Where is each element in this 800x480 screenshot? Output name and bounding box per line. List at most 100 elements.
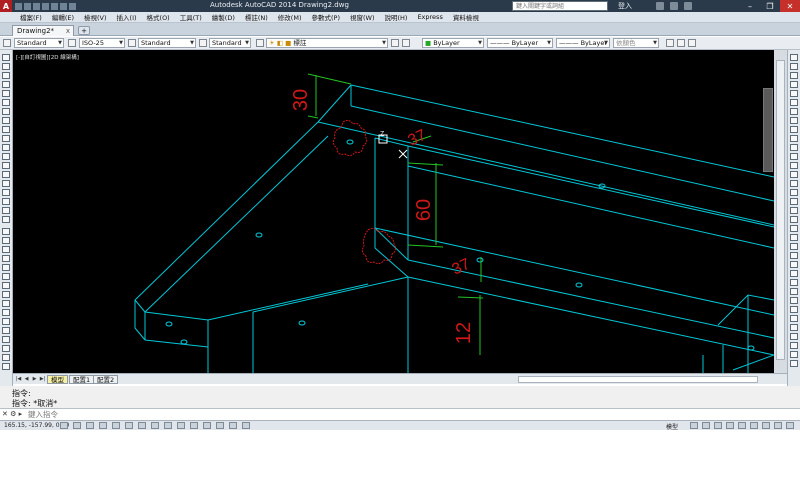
new-tab-button[interactable]: + [78, 26, 90, 35]
tolerance-icon[interactable] [790, 252, 798, 259]
table-tool-icon[interactable] [2, 207, 10, 214]
drawing-canvas[interactable]: 30 37 60 37 12 Z [13, 50, 774, 373]
dim-space-icon[interactable] [790, 324, 798, 331]
prev-layout-button[interactable]: ◀ [23, 375, 30, 383]
model-space-toggle[interactable]: 模型 [666, 422, 678, 431]
linetype-select[interactable]: ——— ByLayer ▼ [487, 38, 553, 48]
circle-icon[interactable] [2, 108, 10, 115]
make-block-icon[interactable] [2, 162, 10, 169]
design-center-icon[interactable] [790, 117, 798, 124]
zoom-extents-icon[interactable] [790, 90, 798, 97]
dim-break-icon[interactable] [790, 333, 798, 340]
redo-icon[interactable] [69, 2, 76, 10]
tool-palettes-icon[interactable] [790, 126, 798, 133]
mleader-style-select[interactable]: Standard ▼ [209, 38, 251, 48]
dim-edit-icon[interactable] [790, 270, 798, 277]
ellipse-icon[interactable] [2, 135, 10, 142]
search-input[interactable]: 鍵入關鍵字或詞組 [512, 1, 608, 11]
quick-dim-icon[interactable] [790, 297, 798, 304]
last-layout-button[interactable]: ▶| [39, 375, 46, 383]
vertical-scrollbar[interactable] [774, 50, 787, 373]
workspace-switch-icon[interactable] [738, 422, 746, 429]
mtext-icon[interactable] [2, 216, 10, 223]
align-icon[interactable] [790, 351, 798, 358]
menu-draw[interactable]: 繪製(D) [212, 12, 235, 22]
infer-constraints-icon[interactable] [60, 422, 68, 429]
explode-icon[interactable] [2, 363, 10, 370]
lock-icon[interactable] [750, 422, 758, 429]
tab-layout1[interactable]: 配置1 [69, 375, 95, 384]
annotation-monitor-icon[interactable] [242, 422, 250, 429]
dim-baseline-icon[interactable] [790, 225, 798, 232]
dim-diameter-icon[interactable] [790, 207, 798, 214]
point-icon[interactable] [2, 171, 10, 178]
layer-select[interactable]: ☀ ◧ ■ 標註 ▼ [266, 38, 388, 48]
menu-help[interactable]: 說明(H) [384, 12, 407, 22]
stretch-icon[interactable] [2, 300, 10, 307]
snap-mode-icon[interactable] [73, 422, 81, 429]
sheet-set-icon[interactable] [790, 135, 798, 142]
autocad-logo-icon[interactable]: A [0, 0, 12, 12]
scale-icon[interactable] [2, 291, 10, 298]
pan-icon[interactable] [790, 54, 798, 61]
close-button[interactable]: ✕ [780, 0, 800, 12]
offset-icon[interactable] [2, 255, 10, 262]
tab-model[interactable]: 模型 [47, 375, 68, 384]
copy-icon[interactable] [2, 237, 10, 244]
rectangle-icon[interactable] [2, 90, 10, 97]
construction-line-icon[interactable] [2, 63, 10, 70]
save-icon[interactable] [33, 2, 40, 10]
dim-arc-icon[interactable] [790, 180, 798, 187]
move-icon[interactable] [2, 273, 10, 280]
object-snap-tracking-icon[interactable] [151, 422, 159, 429]
color-select[interactable]: ■ ByLayer ▼ [422, 38, 484, 48]
text-icon[interactable] [677, 39, 685, 47]
menu-parametric[interactable]: 參數式(P) [311, 12, 340, 22]
dim-style-tool-icon[interactable] [790, 288, 798, 295]
quickcalc-icon[interactable] [790, 153, 798, 160]
open-file-icon[interactable] [24, 2, 31, 10]
insert-block-icon[interactable] [2, 153, 10, 160]
menu-view[interactable]: 檢視(V) [84, 12, 107, 22]
multileader-icon[interactable] [790, 342, 798, 349]
drawing-viewport[interactable]: [-][自訂視圖][2D 線架構] 30 37 60 37 12 Z [13, 50, 774, 373]
menu-tools[interactable]: 工具(T) [180, 12, 202, 22]
extend-icon[interactable] [2, 318, 10, 325]
collect-icon[interactable] [790, 360, 798, 367]
markup-icon[interactable] [790, 144, 798, 151]
next-layout-button[interactable]: ▶ [31, 375, 38, 383]
dim-ordinate-icon[interactable] [790, 189, 798, 196]
hatch-icon[interactable] [2, 180, 10, 187]
dim-style-select[interactable]: ISO-25 ▼ [79, 38, 125, 48]
menu-express[interactable]: Express [417, 13, 442, 21]
grid-icon[interactable] [688, 39, 696, 47]
command-controls-icon[interactable]: ✕ ⚙ ▸ [2, 410, 22, 418]
dim-update-icon[interactable] [790, 279, 798, 286]
erase-icon[interactable] [2, 228, 10, 235]
jogged-icon[interactable] [790, 306, 798, 313]
arc-icon[interactable] [2, 99, 10, 106]
dim-continue-icon[interactable] [790, 234, 798, 241]
text-style-select[interactable]: Standard ▼ [14, 38, 64, 48]
leader-icon[interactable] [790, 243, 798, 250]
table-style-select[interactable]: Standard ▼ [138, 38, 196, 48]
rotate-icon[interactable] [2, 282, 10, 289]
new-file-icon[interactable] [15, 2, 22, 10]
plot-style-select[interactable]: 依顏色 ▼ [613, 38, 659, 48]
zoom-previous-icon[interactable] [790, 81, 798, 88]
orbit-icon[interactable] [790, 99, 798, 106]
tab-drawing2[interactable]: Drawing2* x [12, 25, 74, 36]
command-input[interactable]: 鍵入指令 [28, 409, 58, 420]
exchange-icon[interactable] [656, 2, 664, 10]
polygon-icon[interactable] [2, 81, 10, 88]
menu-dimension[interactable]: 標註(N) [245, 12, 268, 22]
restore-button[interactable]: ❐ [760, 0, 780, 12]
selection-cycling-icon[interactable] [229, 422, 237, 429]
polyline-icon[interactable] [2, 72, 10, 79]
gradient-icon[interactable] [2, 189, 10, 196]
polar-tracking-icon[interactable] [112, 422, 120, 429]
zoom-realtime-icon[interactable] [790, 63, 798, 70]
layer-properties-icon[interactable] [256, 39, 264, 47]
grid-display-icon[interactable] [86, 422, 94, 429]
undo-icon[interactable] [60, 2, 67, 10]
